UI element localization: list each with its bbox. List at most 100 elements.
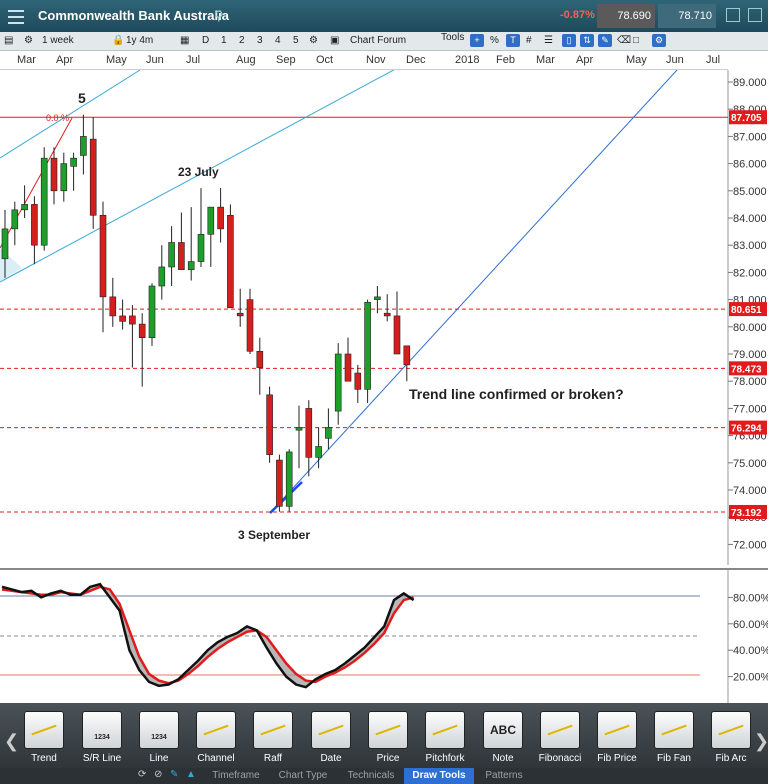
tool-badge-text: 1234 [94,734,110,741]
draw-tool-raff[interactable]: Raff [247,711,299,764]
fibonacci-tool-icon [540,711,580,749]
cancel-icon[interactable]: ⊘ [154,769,162,780]
time-axis: Mar Apr May Jun Jul Aug Sep Oct Nov Dec 2018 Feb Mar… [0,51,728,70]
sell-price-button[interactable]: 78.690 [597,4,655,28]
popout-icon[interactable] [726,8,740,22]
candle-body [285,451,293,507]
indicator-axis-label: 40.00% [733,645,768,657]
candle-body [344,353,352,382]
grid-icon[interactable]: # [526,35,532,46]
tab-chart-type[interactable]: Chart Type [268,768,338,784]
draw-tool-label: Fibonacci [538,753,582,764]
candle-body [295,427,303,431]
toggle-panel-icon[interactable]: ▤ [4,35,13,46]
sr-line-tool-icon: 1234 [82,711,122,749]
expand-icon[interactable]: □ [633,35,639,46]
date-tool-icon [311,711,351,749]
draw-icon[interactable]: ✎ [598,34,612,47]
candle-body [187,261,195,270]
draw-tool-pitchfork[interactable]: Pitchfork [419,711,471,764]
refresh-icon[interactable]: ⟳ [138,769,146,780]
tab-patterns[interactable]: Patterns [474,768,534,784]
draw-tool-date[interactable]: Date [305,711,357,764]
buy-price-button[interactable]: 78.710 [658,4,716,28]
candle-body [148,285,156,338]
chart-toolbar: ▤ ⚙ 1 week 🔒 1y 4m ▦ D 1 2 3 4 5 ⚙ ▣ Cha… [0,32,768,51]
scroll-left-icon[interactable]: ❮ [4,731,19,752]
range-button-4[interactable]: 4 [275,35,281,46]
candle-icon[interactable]: ▯ [562,34,576,47]
draw-tool-fibonacci[interactable]: Fibonacci [534,711,586,764]
title-bar: Commonwealth Bank Australia ⚲ -0.87% 78.… [0,0,768,32]
percent-icon[interactable]: % [490,35,499,46]
calendar-icon[interactable]: ▦ [180,35,189,46]
price-axis-label: 83.000 [733,240,767,252]
candle-body [266,394,273,455]
candle-body [138,323,146,338]
range-button-d[interactable]: D [202,35,209,46]
draw-tool-label: S/R Line [82,753,122,764]
pencil-icon[interactable]: ✎ [170,769,178,780]
draw-tool-label: Fib Price [597,753,637,764]
hamburger-menu-icon[interactable] [6,6,26,26]
eraser-icon[interactable]: ⌫ [617,35,631,46]
candle-body [129,315,136,325]
draw-tool-line[interactable]: 1234 Line [133,711,185,764]
candle-body [1,228,9,260]
draw-tool-fib-arc[interactable]: Fib Arc [705,711,757,764]
chat-icon[interactable]: ▣ [330,35,339,46]
instrument-title[interactable]: Commonwealth Bank Australia [38,8,229,23]
draw-tools-bar: ❮ ❯ Trend 1234 S/R Line 1234 Line Channel Raff… [0,703,768,768]
tab-timeframe[interactable]: Timeframe [204,768,268,784]
tab-draw-tools[interactable]: Draw Tools [404,768,474,784]
range-button-3[interactable]: 3 [257,35,263,46]
bars-icon[interactable]: ☰ [544,35,553,46]
text-tool-icon[interactable]: T [506,34,520,47]
draw-tool-fib-price[interactable]: Fib Price [591,711,643,764]
range-button-2[interactable]: 2 [239,35,245,46]
zoom-icon[interactable]: ⇅ [580,34,594,47]
draw-tool-price[interactable]: Price [362,711,414,764]
time-axis-label: Nov [366,54,386,66]
draw-tool-label: Trend [31,753,57,764]
draw-tool-note[interactable]: ABC Note [477,711,529,764]
candle-body [334,353,342,412]
draw-tool-trend[interactable]: Trend [18,711,70,764]
tab-technicals[interactable]: Technicals [338,768,404,784]
price-chart[interactable]: 5 0.0 % 23 July 3 September Trend line c… [0,70,768,565]
range-button-1[interactable]: 1 [221,35,227,46]
price-axis-label: 79.000 [733,349,767,361]
search-icon[interactable]: ⚲ [214,8,224,24]
draw-tool-fib-fan[interactable]: Fib Fan [648,711,700,764]
lock-icon[interactable]: 🔒 [112,35,124,46]
range-selector[interactable]: 1y 4m [126,35,153,46]
period-selector[interactable]: 1 week [42,35,74,46]
indicator-axis-label: 60.00% [733,619,768,631]
raff-tool-icon [253,711,293,749]
price-level-label: 78.473 [731,364,762,375]
gear-icon[interactable]: ⚙ [24,35,33,46]
draw-tool-channel[interactable]: Channel [190,711,242,764]
pitchfork-tool-icon [425,711,465,749]
crosshair-tool-icon[interactable]: + [470,34,484,47]
price-axis-label: 85.000 [733,186,767,198]
draw-tool-label: Line [149,753,169,764]
layers-icon[interactable]: ▲ [186,769,196,780]
candle-body [325,427,332,439]
tools-config-icon[interactable]: ⚙ [652,34,666,47]
close-icon[interactable] [748,8,762,22]
candle-body [227,214,234,309]
candle-body [217,206,224,230]
tool-badge-text: 1234 [151,734,167,741]
candle-body [197,234,205,262]
time-axis-label: Jul [186,54,201,66]
stochastic-panel[interactable]: 80.00% 60.00% 40.00% 20.00% [0,568,768,705]
draw-tool-sr-line[interactable]: 1234 S/R Line [76,711,128,764]
candle-body [80,136,87,156]
tool-badge-text: ABC [490,723,516,737]
range-button-5[interactable]: 5 [293,35,299,46]
label-3-september: 3 September [238,528,310,542]
price-axis-label: 84.000 [733,213,767,225]
chart-forum-link[interactable]: Chart Forum [350,35,406,46]
settings-gear-icon[interactable]: ⚙ [309,35,318,46]
